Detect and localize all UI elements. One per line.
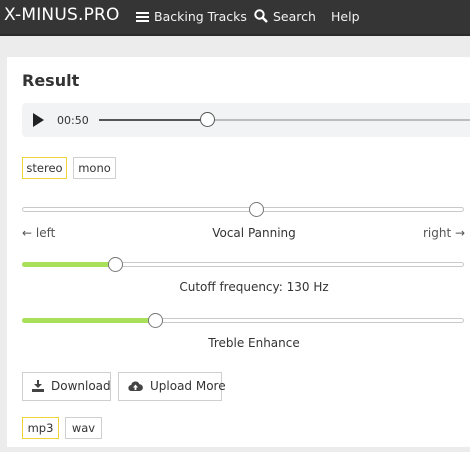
seek-bar-progress — [99, 119, 207, 121]
nav-search-label: Search — [273, 9, 316, 24]
mono-toggle[interactable]: mono — [73, 157, 116, 179]
vocal-panning-slider[interactable] — [22, 207, 464, 212]
download-button[interactable]: Download — [22, 372, 111, 401]
seek-bar-thumb[interactable] — [199, 112, 215, 127]
download-button-label: Download — [51, 379, 111, 393]
cutoff-frequency-fill — [22, 262, 115, 267]
treble-enhance-fill — [22, 318, 155, 323]
result-heading: Result — [22, 71, 80, 90]
upload-more-button-label: Upload More — [150, 379, 226, 393]
format-wav-toggle[interactable]: wav — [65, 417, 102, 439]
vocal-panning-label: Vocal Panning — [212, 226, 296, 240]
play-icon[interactable] — [30, 112, 46, 128]
nav-search[interactable]: Search — [254, 9, 316, 27]
menu-icon — [136, 12, 149, 22]
treble-enhance-thumb[interactable] — [147, 313, 163, 328]
cutoff-frequency-label: Cutoff frequency: 130 Hz — [179, 280, 329, 294]
upload-more-button[interactable]: Upload More — [118, 372, 226, 401]
stereo-toggle[interactable]: stereo — [22, 157, 67, 179]
player-current-time: 00:50 — [57, 114, 89, 127]
nav-backing-tracks[interactable]: Backing Tracks — [136, 9, 247, 27]
panning-right-label: right → — [423, 226, 466, 240]
top-navigation-bar: X-MINUS.PRO Backing Tracks Search Help — [0, 0, 470, 36]
nav-help[interactable]: Help — [331, 9, 360, 27]
cutoff-frequency-thumb[interactable] — [107, 257, 123, 272]
site-logo[interactable]: X-MINUS.PRO — [4, 5, 120, 25]
nav-backing-tracks-label: Backing Tracks — [154, 9, 247, 24]
search-icon — [254, 9, 268, 23]
cloud-upload-icon — [128, 381, 143, 392]
format-mp3-toggle[interactable]: mp3 — [22, 417, 59, 439]
download-icon — [32, 380, 44, 392]
treble-enhance-label: Treble Enhance — [208, 336, 300, 350]
